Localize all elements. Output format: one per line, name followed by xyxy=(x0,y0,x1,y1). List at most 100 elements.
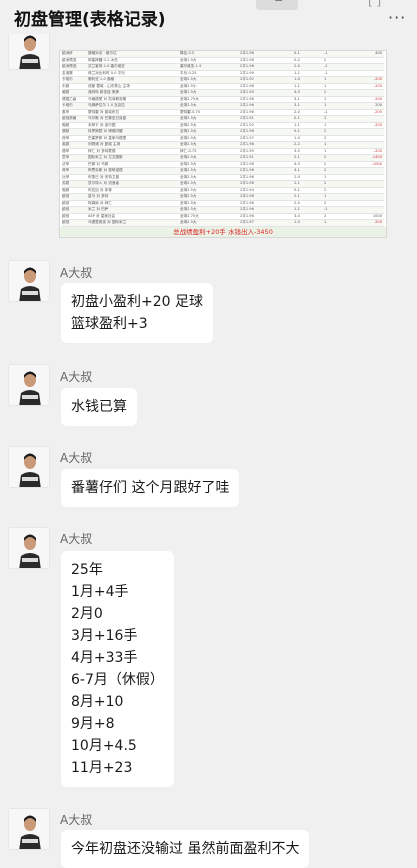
message-line: 今年初盘还没输过 虽然前面盈利不大 xyxy=(71,841,300,857)
avatar[interactable] xyxy=(8,260,50,302)
spreadsheet-cell: 欧冠 xyxy=(62,213,70,218)
sender-name: A大叔 xyxy=(60,266,93,280)
spreadsheet-cell: 1 xyxy=(324,122,327,127)
spreadsheet-cell xyxy=(358,116,382,122)
message-line: 2月0 xyxy=(71,606,103,622)
spreadsheet-cell: 阿森纳 对 拜仁 xyxy=(88,200,112,205)
spreadsheet-cell: 蒙特雷-0.75 xyxy=(180,109,201,114)
spreadsheet-cell: 2平1.96 xyxy=(240,83,254,88)
spreadsheet-cell: 1 xyxy=(324,83,327,88)
message-bubble[interactable]: 初盘小盈利+20 足球 篮球盈利+3 xyxy=(61,283,213,343)
message-bubble[interactable]: 25年 1月+4手 2月0 3月+16手 4月+33手 6-7月（休假） 8月+… xyxy=(61,551,174,787)
spreadsheet-cell: 1-1 xyxy=(294,70,300,75)
spreadsheet-cell: 2 xyxy=(324,135,327,140)
spreadsheet-cell: 1 xyxy=(324,148,327,153)
spreadsheet-cell: -1 xyxy=(324,51,328,55)
spreadsheet-cell: 0-1 xyxy=(294,129,300,133)
spreadsheet-cell: 成都 蓉城 - 山东泰山 主场 xyxy=(88,83,130,88)
spreadsheet-cell: 马尔默 对 巴黎圣日耳曼 xyxy=(88,116,127,120)
spreadsheet-cell: 2 xyxy=(324,168,327,172)
spreadsheet-cell: 全场2.5大 xyxy=(180,129,197,133)
spreadsheet-cell: 400 xyxy=(375,51,382,55)
spreadsheet-cell: 2 xyxy=(324,161,327,166)
spreadsheet-cell: 1 xyxy=(324,96,327,101)
spreadsheet-cell: 乌姆萨拉尔 1-0 瓦克拉 xyxy=(88,103,125,107)
avatar[interactable] xyxy=(8,808,50,850)
avatar[interactable] xyxy=(8,364,50,406)
spreadsheet-cell: 2-2 xyxy=(294,142,300,146)
spreadsheet-cell: 拜仁 对 多特蒙德 xyxy=(88,148,116,153)
window-control[interactable]: − xyxy=(256,0,298,10)
spreadsheet-cell: -1000 xyxy=(371,161,382,166)
spreadsheet-cell xyxy=(358,71,382,77)
avatar-man-icon xyxy=(9,365,49,405)
spreadsheet-summary: 总战绩盈利+20手 水钱出入-3450 xyxy=(60,227,386,237)
spreadsheet-cell: 2平1.91 xyxy=(240,116,254,120)
maximize-icon[interactable]: [ ] xyxy=(368,0,381,8)
spreadsheet-cell: -200 xyxy=(373,220,382,224)
spreadsheet-cell: -1 xyxy=(324,70,328,75)
spreadsheet-cell: 3-0 xyxy=(294,148,300,153)
spreadsheet-cell: 全场2.5大 xyxy=(180,142,197,146)
avatar-man-icon xyxy=(9,528,49,568)
spreadsheet-cell: 拜仁-0.75 xyxy=(180,148,197,153)
spreadsheet-cell: 2平1.92 xyxy=(240,77,254,81)
spreadsheet-cell: -200 xyxy=(373,83,382,88)
spreadsheet-cell: 1-0 xyxy=(294,77,300,81)
spreadsheet-cell: 2平1.96 xyxy=(240,200,254,205)
chat-title: 初盘管理(表格记录) xyxy=(14,10,166,30)
spreadsheet-cell: 2 xyxy=(324,187,327,192)
spreadsheet-cell: 2平1.96 xyxy=(240,142,254,146)
message-bubble[interactable]: 水钱已算 xyxy=(61,388,137,426)
spreadsheet-cell: 2-1 xyxy=(294,155,300,159)
spreadsheet-cell: 2平1.92 xyxy=(240,122,254,127)
spreadsheet-cell: 0-2 xyxy=(294,57,300,62)
message-bubble[interactable]: 今年初盘还没输过 虽然前面盈利不大 xyxy=(61,830,310,868)
spreadsheet-cell: 2平1.96 xyxy=(240,174,254,179)
spreadsheet-cell: 2平1.94 xyxy=(240,187,254,192)
spreadsheet-cell: 全场2.5大 xyxy=(180,200,197,205)
spreadsheet-cell: 德甲 xyxy=(62,148,70,153)
spreadsheet-cell: 欧冠 xyxy=(62,207,70,211)
spreadsheet-cell: -1 xyxy=(324,64,328,68)
spreadsheet-cell xyxy=(358,58,382,64)
avatar[interactable] xyxy=(8,527,50,569)
more-options-button[interactable]: ··· xyxy=(388,8,406,27)
spreadsheet-cell: 2平1.96 xyxy=(240,103,254,107)
spreadsheet-cell: 2平1.96 xyxy=(240,57,254,62)
spreadsheet-cell xyxy=(358,90,382,96)
spreadsheet-cell xyxy=(358,129,382,135)
spreadsheet-cell: AEP 对 皇家社会 xyxy=(88,213,116,218)
spreadsheet-cell: 法甲 xyxy=(62,161,70,166)
spreadsheet-cell: -200 xyxy=(373,96,382,101)
spreadsheet-cell: 全场2.5大 xyxy=(180,161,197,166)
spreadsheet-cell: 2平1.97 xyxy=(240,220,254,224)
message-line: 4月+33手 xyxy=(71,650,138,666)
spreadsheet-cell: 3-0 xyxy=(294,213,300,218)
spreadsheet-cell: 德国乙级 xyxy=(62,96,77,101)
spreadsheet-cell: 2 xyxy=(324,155,327,159)
shared-spreadsheet-image[interactable]: 欧洲杯 挪威对法 · 维尔达 降至-0.5 2平1.96 0-1 -1 400 欧洲预选 阿塞拜… xyxy=(59,50,387,238)
spreadsheet-cell: 2平1.96 xyxy=(240,51,254,55)
message-line: 10月+4.5 xyxy=(71,738,137,754)
spreadsheet-cell: 2平1.96 xyxy=(240,168,254,172)
spreadsheet-cell: -200 xyxy=(373,109,382,114)
spreadsheet-cell: 全场2.5小 xyxy=(180,83,197,88)
spreadsheet-cell: 降至-0.5 xyxy=(180,51,195,55)
spreadsheet-cell: 2平1.95 xyxy=(240,148,254,153)
spreadsheet-cell: 2-0 xyxy=(294,109,300,114)
spreadsheet-cell: 1 xyxy=(324,103,327,107)
spreadsheet-cell: 2-1 xyxy=(294,194,300,198)
avatar[interactable] xyxy=(8,446,50,488)
spreadsheet-cell: 1-0 xyxy=(294,135,300,140)
spreadsheet-cell: 米兰 对 巴萨 xyxy=(88,207,109,211)
spreadsheet-cell: 全场2.5大 xyxy=(180,122,197,127)
spreadsheet-cell: 挪超 xyxy=(62,129,70,133)
spreadsheet-cell: -200 xyxy=(373,77,382,81)
spreadsheet-cell: 2 xyxy=(324,213,327,218)
spreadsheet-cell: 布拉加 对 体育 xyxy=(88,187,112,192)
minimize-icon: − xyxy=(274,0,284,7)
avatar[interactable] xyxy=(8,28,50,70)
spreadsheet-cell: 比甲 xyxy=(62,174,70,179)
message-bubble[interactable]: 番薯仔们 这个月跟好了哇 xyxy=(61,469,240,507)
